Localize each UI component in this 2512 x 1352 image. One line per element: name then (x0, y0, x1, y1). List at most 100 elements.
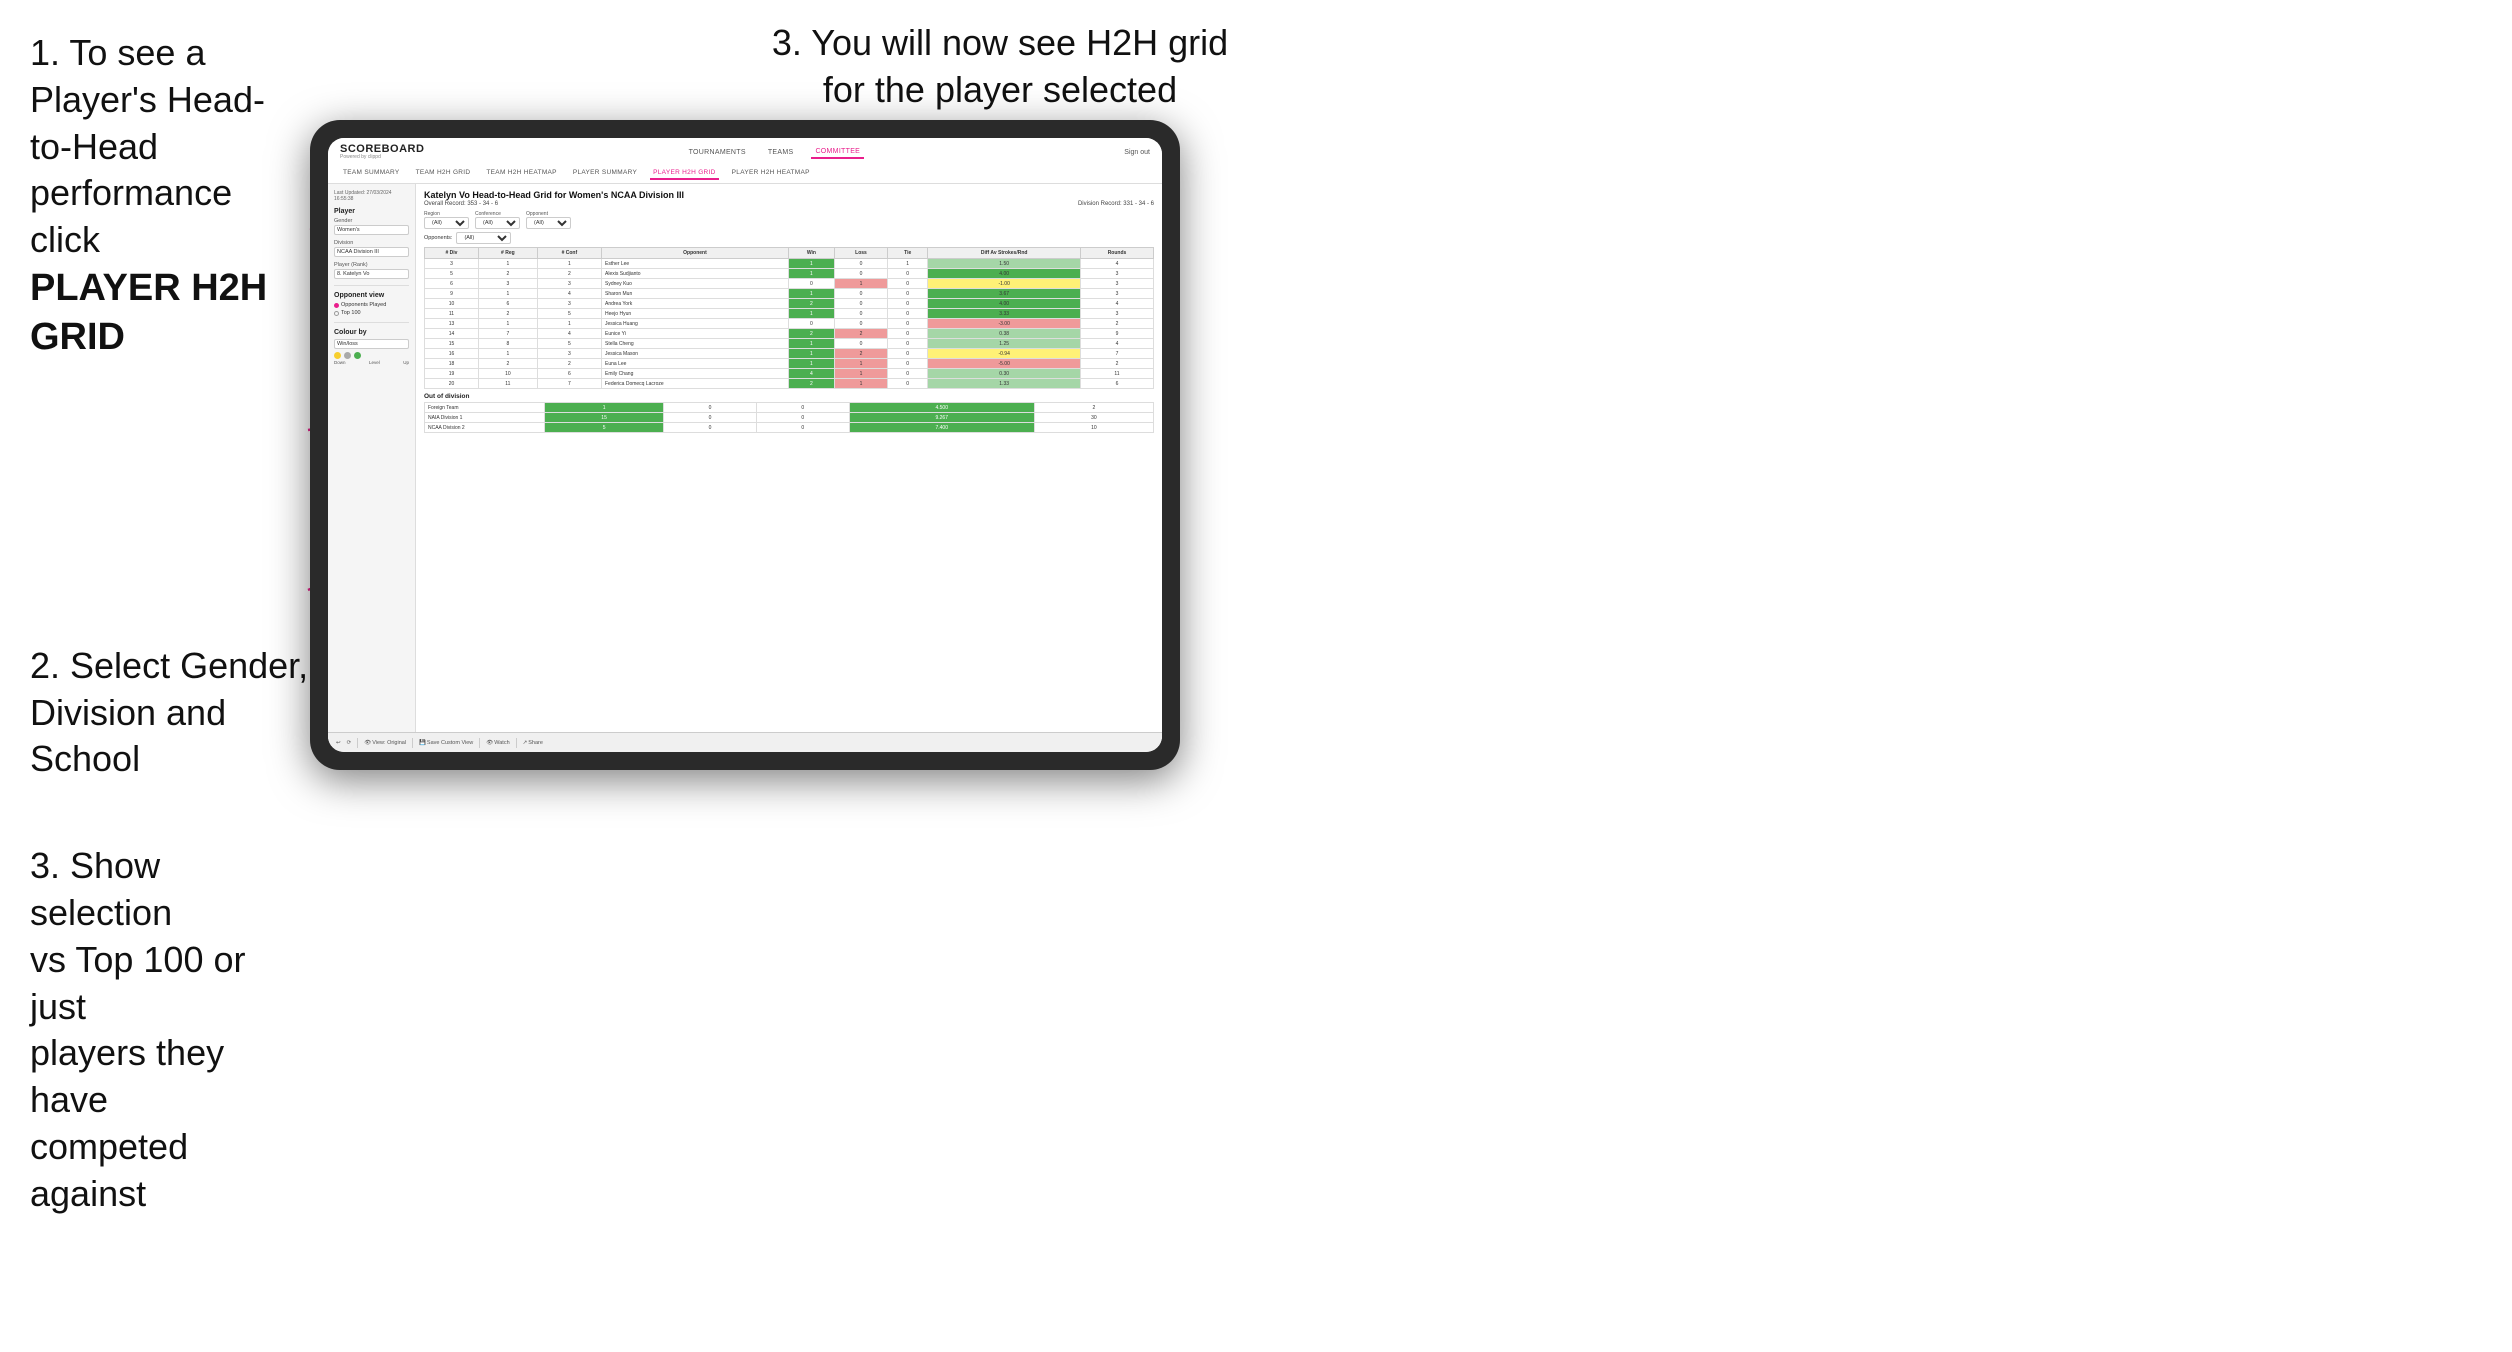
nav-teams[interactable]: TEAMS (764, 147, 798, 158)
out-of-division-header: Out of division (424, 393, 1154, 400)
table-row: 3 1 1 Esther Lee 1 0 1 1.50 4 (425, 259, 1154, 269)
toolbar-watch[interactable]: 👁 Watch (486, 740, 509, 746)
col-tie: Tie (888, 248, 928, 259)
division-record: Division Record: 331 - 34 - 6 (1078, 201, 1154, 207)
timestamp: Last Updated: 27/03/2024 16:55:38 (334, 190, 409, 202)
opponents-filter-row: Opponents: (All) (424, 232, 1154, 244)
nav-committee[interactable]: COMMITTEE (811, 146, 864, 159)
region-filter: Region (All) (424, 211, 469, 229)
division-field: Division NCAA Division III (334, 240, 409, 257)
opponent-select[interactable]: (All) (526, 217, 571, 229)
colour-legend-labels: Down Level Up (334, 360, 409, 365)
player-rank-select[interactable]: 8. Katelyn Vo (334, 269, 409, 279)
opponents-value-select[interactable]: (All) (456, 232, 511, 244)
colour-by-select[interactable]: Win/loss (334, 339, 409, 349)
sub-player-summary[interactable]: PLAYER SUMMARY (570, 167, 640, 180)
table-row: 20 11 7 Federica Domecq Lacroze 2 1 0 1.… (425, 379, 1154, 389)
sub-player-heatmap[interactable]: PLAYER H2H HEATMAP (729, 167, 813, 180)
step2-text: 2. Select Gender, Division and School (30, 643, 310, 783)
col-opponent: Opponent (602, 248, 789, 259)
sub-team-summary[interactable]: TEAM SUMMARY (340, 167, 403, 180)
table-row: 11 2 5 Heejo Hyun 1 0 0 3.33 3 (425, 309, 1154, 319)
h2h-table: # Div # Reg # Conf Opponent Win Loss Tie… (424, 247, 1154, 389)
table-row: 6 3 3 Sydney Kuo 0 1 0 -1.00 3 (425, 279, 1154, 289)
overall-record: Overall Record: 353 - 34 - 6 (424, 201, 498, 207)
colour-legend (334, 352, 409, 359)
col-rounds: Rounds (1080, 248, 1153, 259)
opponent-view-radios: Opponents Played Top 100 (334, 302, 409, 316)
radio-opponents-circle (334, 303, 339, 308)
app-navbar: SCOREBOARD Powered by clippd TOURNAMENTS… (328, 138, 1162, 184)
instructions-panel: 1. To see a Player's Head- to-Head perfo… (0, 0, 340, 1276)
out-of-division-table: Foreign Team 1 0 0 4.500 2 NAIA Division… (424, 402, 1154, 433)
left-panel: Last Updated: 27/03/2024 16:55:38 Player… (328, 184, 416, 746)
player-rank-label: Player (Rank) (334, 262, 409, 268)
col-loss: Loss (834, 248, 887, 259)
sub-team-heatmap[interactable]: TEAM H2H HEATMAP (483, 167, 559, 180)
sub-team-h2h[interactable]: TEAM H2H GRID (413, 167, 474, 180)
grid-title: Katelyn Vo Head-to-Head Grid for Women's… (424, 190, 1154, 200)
panel-divider2 (334, 322, 409, 323)
opponent-filter: Opponent (All) (526, 211, 571, 229)
opponents-label: Opponents: (424, 235, 452, 241)
grid-panel: Katelyn Vo Head-to-Head Grid for Women's… (416, 184, 1162, 746)
colour-by-label: Colour by (334, 329, 409, 336)
colour-level (344, 352, 351, 359)
division-label: Division (334, 240, 409, 246)
colour-up (354, 352, 361, 359)
table-row: 18 2 2 Euna Lee 1 1 0 -5.00 2 (425, 359, 1154, 369)
player-rank-field: Player (Rank) 8. Katelyn Vo (334, 262, 409, 279)
conference-select[interactable]: (All) (475, 217, 520, 229)
tablet-screen: SCOREBOARD Powered by clippd TOURNAMENTS… (328, 138, 1162, 752)
bottom-toolbar: ↩ ⟳ 👁 View: Original 💾 Save Custom View … (328, 732, 1162, 752)
player-section-label: Player (334, 208, 409, 215)
radio-opponents-played[interactable]: Opponents Played (334, 302, 409, 308)
table-row: 9 1 4 Sharon Mun 1 0 0 3.67 3 (425, 289, 1154, 299)
region-select[interactable]: (All) (424, 217, 469, 229)
toolbar-view-original[interactable]: 👁 View: Original (364, 740, 406, 746)
table-row: 5 2 2 Alexis Sudjianto 1 0 0 4.00 3 (425, 269, 1154, 279)
colour-by-section: Colour by Win/loss Down Level Up (334, 329, 409, 365)
toolbar-redo[interactable]: ⟳ (347, 740, 352, 746)
opponent-view-label: Opponent view (334, 292, 409, 299)
col-diff: Diff Av Strokes/Rnd (928, 248, 1081, 259)
panel-divider (334, 285, 409, 286)
sub-player-h2h[interactable]: PLAYER H2H GRID (650, 167, 719, 180)
table-row: NCAA Division 2 5 0 0 7.400 10 (425, 423, 1154, 433)
col-reg: # Reg (478, 248, 537, 259)
table-row: 10 6 3 Andrea York 2 0 0 4.00 4 (425, 299, 1154, 309)
step3a-text: 3. Show selection vs Top 100 or just pla… (30, 843, 310, 1217)
instruction-step3a: 3. Show selection vs Top 100 or just pla… (30, 843, 310, 1217)
table-row: Foreign Team 1 0 0 4.500 2 (425, 403, 1154, 413)
table-row: 13 1 1 Jessica Huang 0 0 0 -3.00 2 (425, 319, 1154, 329)
toolbar-share[interactable]: ↗ Share (523, 740, 543, 746)
col-div: # Div (425, 248, 479, 259)
sign-out: Sign out (1124, 149, 1150, 156)
col-win: Win (788, 248, 834, 259)
instruction-step1: 1. To see a Player's Head- to-Head perfo… (30, 30, 310, 363)
main-nav: TOURNAMENTS TEAMS COMMITTEE (685, 146, 865, 159)
col-conf: # Conf (537, 248, 601, 259)
table-row: NAIA Division 1 15 0 0 9.267 30 (425, 413, 1154, 423)
gender-label: Gender (334, 218, 409, 224)
radio-top100[interactable]: Top 100 (334, 310, 409, 316)
toolbar-undo[interactable]: ↩ (336, 740, 341, 746)
gender-field: Gender Women's (334, 218, 409, 235)
logo-sub: Powered by clippd (340, 155, 424, 160)
grid-subtitle: Overall Record: 353 - 34 - 6 Division Re… (424, 201, 1154, 207)
colour-down (334, 352, 341, 359)
radio-top100-circle (334, 311, 339, 316)
toolbar-save-custom[interactable]: 💾 Save Custom View (419, 740, 473, 746)
instruction-step3b: 3. You will now see H2H grid for the pla… (760, 20, 1240, 114)
division-select[interactable]: NCAA Division III (334, 247, 409, 257)
main-content: Last Updated: 27/03/2024 16:55:38 Player… (328, 184, 1162, 746)
tablet: SCOREBOARD Powered by clippd TOURNAMENTS… (310, 120, 1180, 770)
table-row: 14 7 4 Eunice Yi 2 2 0 0.38 9 (425, 329, 1154, 339)
conference-filter: Conference (All) (475, 211, 520, 229)
gender-select[interactable]: Women's (334, 225, 409, 235)
scoreboard-logo: SCOREBOARD Powered by clippd (340, 144, 424, 160)
filter-row: Region (All) Conference (All) Opponent (424, 211, 1154, 229)
instruction-step2: 2. Select Gender, Division and School (30, 643, 310, 783)
nav-tournaments[interactable]: TOURNAMENTS (685, 147, 750, 158)
step1-text: 1. To see a Player's Head- to-Head perfo… (30, 30, 310, 363)
